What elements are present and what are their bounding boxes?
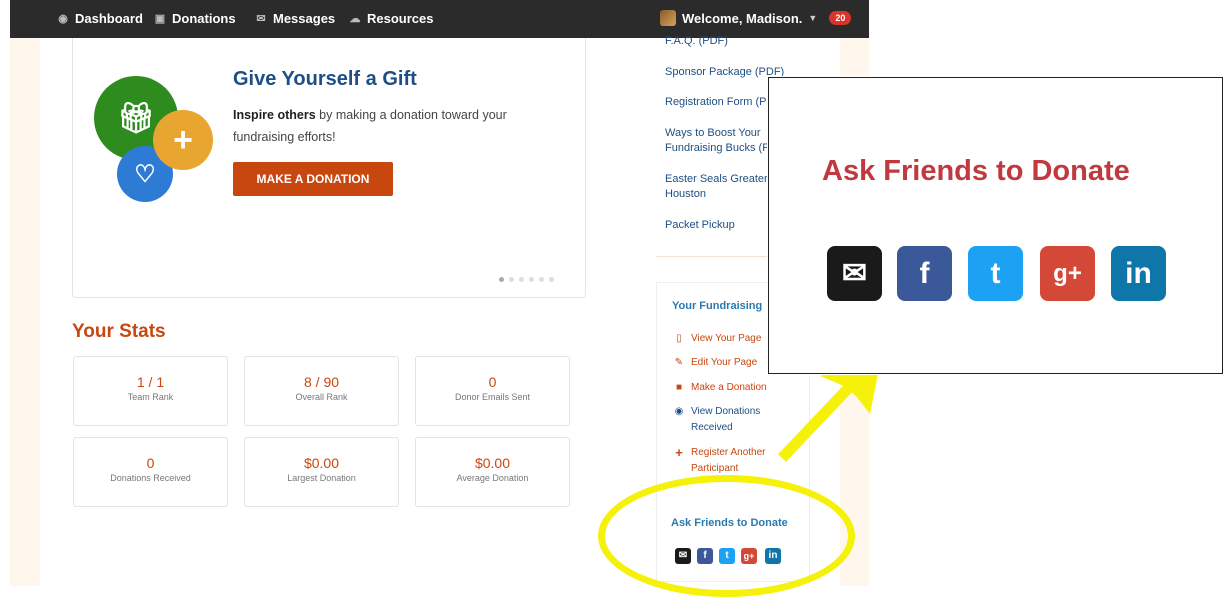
pager-dot[interactable] xyxy=(549,277,554,282)
pager-dot[interactable] xyxy=(539,277,544,282)
stat-label: Donations Received xyxy=(110,473,191,483)
view-donations-link[interactable]: ◉ View Donations Received xyxy=(673,404,761,436)
stat-value: 8 / 90 xyxy=(303,374,340,390)
carousel-text-bold: Inspire others xyxy=(233,108,316,122)
carousel-text: Inspire others by making a donation towa… xyxy=(233,104,533,148)
page-icon: ▯ xyxy=(676,333,682,344)
plus-icon: + xyxy=(675,445,683,460)
cloud-icon: ☁ xyxy=(349,12,361,25)
carousel-title: Give Yourself a Gift xyxy=(233,68,417,90)
top-navbar: ◉ Dashboard ▣ Donations ✉ Messages ☁ Res… xyxy=(10,0,869,38)
carousel-pager xyxy=(499,277,554,282)
gift-icon: ▣ xyxy=(154,12,166,25)
zoom-title: Ask Friends to Donate xyxy=(822,155,1130,187)
view-donations-line2: Received xyxy=(691,422,733,433)
edit-page-link[interactable]: ✎ Edit Your Page xyxy=(673,355,757,371)
resource-link-boost-2[interactable]: Fundraising Bucks (P xyxy=(665,141,770,156)
stat-card: $0.00 Largest Donation xyxy=(244,437,399,507)
sidebar-divider xyxy=(656,256,770,257)
pager-dot[interactable] xyxy=(519,277,524,282)
view-donations-line1: View Donations xyxy=(691,406,761,417)
resource-link-boost[interactable]: Ways to Boost Your xyxy=(665,126,761,141)
register-participant-label: Register Another Participant xyxy=(691,445,766,477)
resource-link-easter-seals[interactable]: Easter Seals Greater xyxy=(665,172,768,187)
make-donation-button[interactable]: MAKE A DONATION xyxy=(233,162,393,196)
nav-resources[interactable]: ☁ Resources xyxy=(349,11,434,26)
nav-donations[interactable]: ▣ Donations xyxy=(154,11,236,26)
make-donation-link[interactable]: ■ Make a Donation xyxy=(673,380,767,396)
stat-value: 0 xyxy=(488,374,497,390)
make-donation-label: Make a Donation xyxy=(691,382,767,393)
stat-label: Donor Emails Sent xyxy=(454,392,531,402)
facebook-icon[interactable]: f xyxy=(897,246,952,301)
nav-messages-label: Messages xyxy=(273,11,336,26)
stat-label: Overall Rank xyxy=(295,392,348,402)
google-plus-icon[interactable]: g+ xyxy=(1040,246,1095,301)
stat-card: 0 Donor Emails Sent xyxy=(415,356,570,426)
welcome-text: Welcome, Madison. xyxy=(682,10,803,26)
twitter-icon[interactable]: t xyxy=(968,246,1023,301)
linkedin-icon[interactable]: in xyxy=(1111,246,1166,301)
envelope-icon: ✉ xyxy=(256,12,266,25)
resource-link-packet-pickup[interactable]: Packet Pickup xyxy=(665,218,735,233)
stat-label: Largest Donation xyxy=(287,473,356,483)
stat-value: $0.00 xyxy=(474,455,511,471)
gift-icon: ■ xyxy=(675,382,683,393)
stat-value: $0.00 xyxy=(303,455,340,471)
email-icon[interactable]: ✉ xyxy=(827,246,882,301)
pager-dot[interactable] xyxy=(509,277,514,282)
fundraising-title: Your Fundraising xyxy=(672,300,763,312)
pencil-icon: ✎ xyxy=(674,357,684,368)
highlight-ellipse xyxy=(598,475,855,597)
pager-dot[interactable] xyxy=(499,277,504,282)
edit-page-label: Edit Your Page xyxy=(691,357,758,368)
view-donations-label: View Donations Received xyxy=(691,404,760,436)
stats-title: Your Stats xyxy=(72,321,166,342)
nav-resources-label: Resources xyxy=(367,11,434,26)
nav-donations-label: Donations xyxy=(172,11,236,26)
view-page-link[interactable]: ▯ View Your Page xyxy=(673,331,761,347)
nav-dashboard-label: Dashboard xyxy=(75,11,143,26)
user-menu[interactable]: Welcome, Madison. ▼ 20 xyxy=(660,10,852,26)
nav-messages[interactable]: ✉ Messages xyxy=(255,11,335,26)
resource-link-faq[interactable]: F.A.Q. (PDF) xyxy=(665,34,728,49)
register-participant-link[interactable]: + Register Another Participant xyxy=(673,445,766,477)
resource-link-registration[interactable]: Registration Form (P xyxy=(665,95,766,110)
register-line1: Register Another xyxy=(691,447,766,458)
plus-illustration: + xyxy=(153,110,213,170)
chevron-down-icon: ▼ xyxy=(808,13,818,23)
stat-label: Average Donation xyxy=(456,473,529,483)
notification-badge[interactable]: 20 xyxy=(829,11,852,25)
resource-link-easter-seals-2[interactable]: Houston xyxy=(665,187,706,202)
avatar xyxy=(660,10,676,26)
stat-value: 1 / 1 xyxy=(136,374,165,390)
pager-dot[interactable] xyxy=(529,277,534,282)
view-page-label: View Your Page xyxy=(691,333,762,344)
stat-card: 0 Donations Received xyxy=(73,437,228,507)
stat-value: 0 xyxy=(146,455,155,471)
stat-card: $0.00 Average Donation xyxy=(415,437,570,507)
page-margin-left xyxy=(10,38,40,586)
eye-icon: ◉ xyxy=(674,406,684,417)
resource-link-sponsor[interactable]: Sponsor Package (PDF) xyxy=(665,65,784,80)
dashboard-icon: ◉ xyxy=(58,12,68,25)
stat-card: 8 / 90 Overall Rank xyxy=(244,356,399,426)
register-line2: Participant xyxy=(691,463,739,474)
stat-label: Team Rank xyxy=(127,392,174,402)
nav-dashboard[interactable]: ◉ Dashboard xyxy=(57,11,143,26)
zoom-callout xyxy=(768,77,1223,374)
stat-card: 1 / 1 Team Rank xyxy=(73,356,228,426)
